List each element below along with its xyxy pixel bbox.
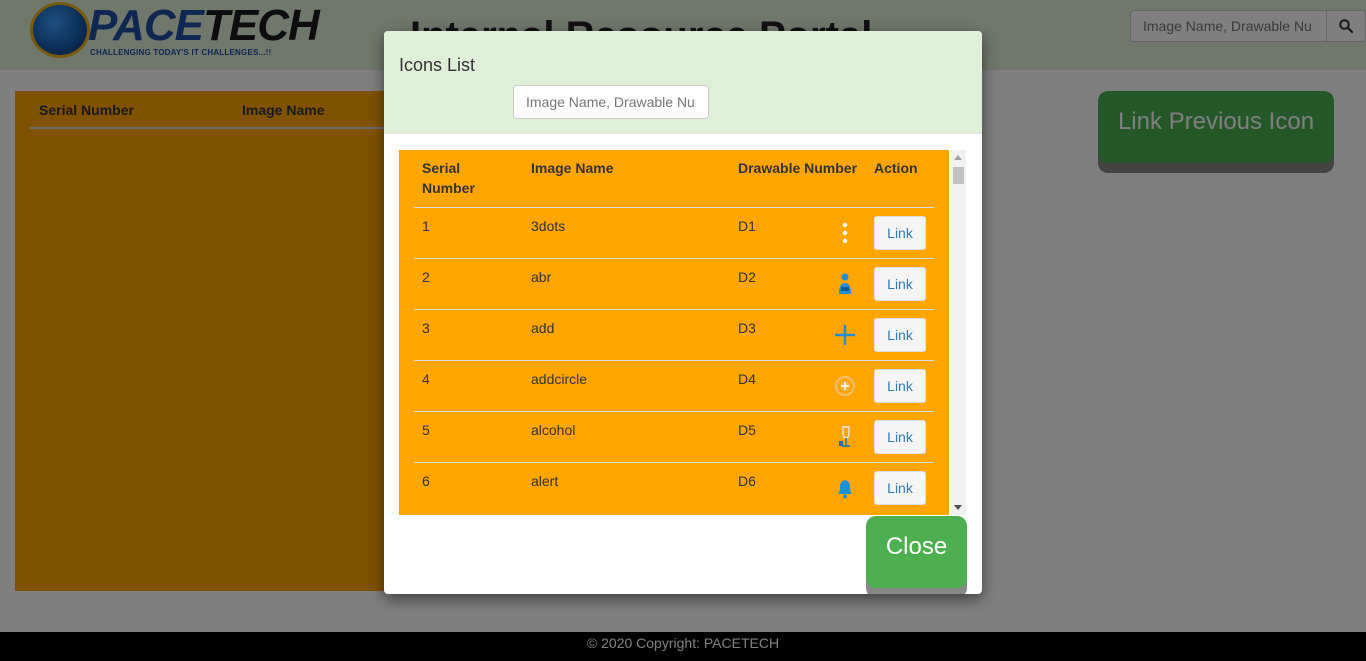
scrollbar-thumb[interactable] bbox=[953, 167, 964, 184]
column-header-image-name: Image Name bbox=[523, 150, 730, 208]
link-button[interactable]: Link bbox=[874, 369, 926, 403]
link-button[interactable]: Link bbox=[874, 216, 926, 250]
drawable-number: D1 bbox=[738, 218, 756, 234]
serial-cell: 6 bbox=[414, 462, 523, 514]
image-name-cell: abr bbox=[523, 258, 730, 310]
drawable-cell: D4 bbox=[730, 360, 866, 412]
table-row: 4 addcircle D4 Link bbox=[414, 360, 934, 412]
modal-title: Icons List bbox=[399, 55, 476, 75]
drawable-number: D5 bbox=[738, 422, 756, 438]
icons-list-modal: Icons List Serial Number Image Name Draw… bbox=[384, 31, 982, 594]
icons-table-header-row: Serial Number Image Name Drawable Number… bbox=[414, 150, 934, 208]
table-row: 5 alcohol D5 Link bbox=[414, 411, 934, 463]
modal-search-input[interactable] bbox=[513, 85, 709, 119]
icons-table: Serial Number Image Name Drawable Number… bbox=[414, 150, 934, 514]
link-button[interactable]: Link bbox=[874, 267, 926, 301]
action-cell: Link bbox=[866, 411, 934, 463]
serial-cell: 5 bbox=[414, 411, 523, 463]
modal-body: Serial Number Image Name Drawable Number… bbox=[399, 150, 966, 515]
drawable-number: D6 bbox=[738, 473, 756, 489]
scroll-down-arrow-icon[interactable] bbox=[954, 505, 962, 510]
action-cell: Link bbox=[866, 462, 934, 514]
image-name-cell: alert bbox=[523, 462, 730, 514]
link-button[interactable]: Link bbox=[874, 420, 926, 454]
column-header-drawable-number: Drawable Number bbox=[730, 150, 866, 208]
drawable-number: D4 bbox=[738, 371, 756, 387]
table-row: 1 3dots D1 Link bbox=[414, 207, 934, 259]
drawable-cell: D3 bbox=[730, 309, 866, 361]
image-name-cell: addcircle bbox=[523, 360, 730, 412]
plus-icon bbox=[834, 323, 856, 347]
drawable-cell: D2 bbox=[730, 258, 866, 310]
three-dots-vertical-icon bbox=[834, 221, 856, 245]
drawable-cell: D1 bbox=[730, 207, 866, 259]
serial-cell: 1 bbox=[414, 207, 523, 259]
drawable-cell: D6 bbox=[730, 462, 866, 514]
image-name-cell: 3dots bbox=[523, 207, 730, 259]
drawable-cell: D5 bbox=[730, 411, 866, 463]
scroll-up-arrow-icon[interactable] bbox=[954, 155, 962, 160]
add-circle-icon bbox=[834, 374, 856, 398]
modal-header: Icons List bbox=[384, 31, 982, 134]
link-button[interactable]: Link bbox=[874, 318, 926, 352]
link-button[interactable]: Link bbox=[874, 471, 926, 505]
action-cell: Link bbox=[866, 207, 934, 259]
table-row: 3 add D3 Link bbox=[414, 309, 934, 361]
table-row: 2 abr D2 Link bbox=[414, 258, 934, 310]
table-row: 6 alert D6 Link bbox=[414, 462, 934, 514]
icons-table-container[interactable]: Serial Number Image Name Drawable Number… bbox=[399, 150, 949, 515]
image-name-cell: alcohol bbox=[523, 411, 730, 463]
serial-cell: 4 bbox=[414, 360, 523, 412]
column-header-action: Action bbox=[866, 150, 934, 208]
image-name-cell: add bbox=[523, 309, 730, 361]
action-cell: Link bbox=[866, 360, 934, 412]
close-button[interactable]: Close bbox=[866, 516, 967, 588]
person-icon bbox=[834, 272, 856, 296]
serial-cell: 3 bbox=[414, 309, 523, 361]
column-header-serial-number: Serial Number bbox=[414, 150, 523, 208]
drawable-number: D3 bbox=[738, 320, 756, 336]
serial-cell: 2 bbox=[414, 258, 523, 310]
action-cell: Link bbox=[866, 258, 934, 310]
wine-glass-icon bbox=[834, 425, 856, 449]
action-cell: Link bbox=[866, 309, 934, 361]
drawable-number: D2 bbox=[738, 269, 756, 285]
table-scrollbar[interactable] bbox=[951, 150, 966, 515]
bell-icon bbox=[834, 476, 856, 500]
